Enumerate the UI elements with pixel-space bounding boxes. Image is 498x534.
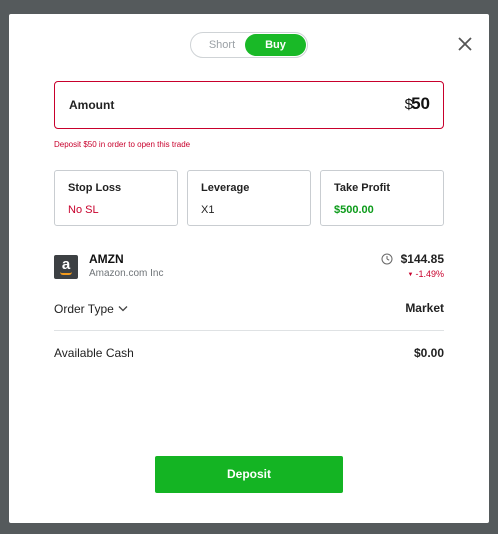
buy-option[interactable]: Buy <box>245 34 306 56</box>
asset-price: $144.85 <box>400 252 444 266</box>
leverage-label: Leverage <box>201 182 250 194</box>
amazon-logo-icon: a <box>54 255 78 279</box>
stop-loss-value: No SL <box>68 204 99 216</box>
amount-label: Amount <box>69 98 115 112</box>
close-icon[interactable] <box>456 35 474 53</box>
take-profit-label: Take Profit <box>334 182 391 194</box>
divider <box>54 330 444 331</box>
stop-loss-label: Stop Loss <box>68 182 122 194</box>
trade-modal: Short Buy Amount $ 50 Deposit $50 in ord… <box>9 14 489 523</box>
stop-loss-field[interactable]: Stop Loss No SL <box>54 170 178 226</box>
take-profit-field[interactable]: Take Profit $500.00 <box>320 170 444 226</box>
order-type-value: Market <box>405 301 444 315</box>
clock-icon <box>381 252 393 265</box>
direction-toggle[interactable]: Short Buy <box>190 32 308 58</box>
available-cash-value: $0.00 <box>413 346 444 360</box>
take-profit-value: $500.00 <box>334 204 374 216</box>
chevron-down-icon[interactable] <box>118 301 128 315</box>
asset-name: Amazon.com Inc <box>89 268 164 279</box>
short-option[interactable]: Short <box>191 33 253 57</box>
leverage-value: X1 <box>201 204 215 216</box>
asset-ticker: AMZN <box>89 252 124 266</box>
amount-input[interactable]: Amount $ 50 <box>54 81 444 129</box>
asset-change: ▼ -1.49% <box>408 269 444 279</box>
amount-error-message: Deposit $50 in order to open this trade <box>54 140 191 149</box>
available-cash-label: Available Cash <box>54 346 134 360</box>
leverage-field[interactable]: Leverage X1 <box>187 170 311 226</box>
logo-smile <box>60 272 72 275</box>
deposit-button[interactable]: Deposit <box>155 456 343 493</box>
order-type-dropdown[interactable]: Order Type <box>54 301 128 316</box>
asset-change-value: -1.49% <box>415 269 444 279</box>
triangle-down-icon: ▼ <box>407 272 414 278</box>
amount-value[interactable]: 50 <box>411 94 430 114</box>
order-type-label: Order Type <box>54 302 114 316</box>
